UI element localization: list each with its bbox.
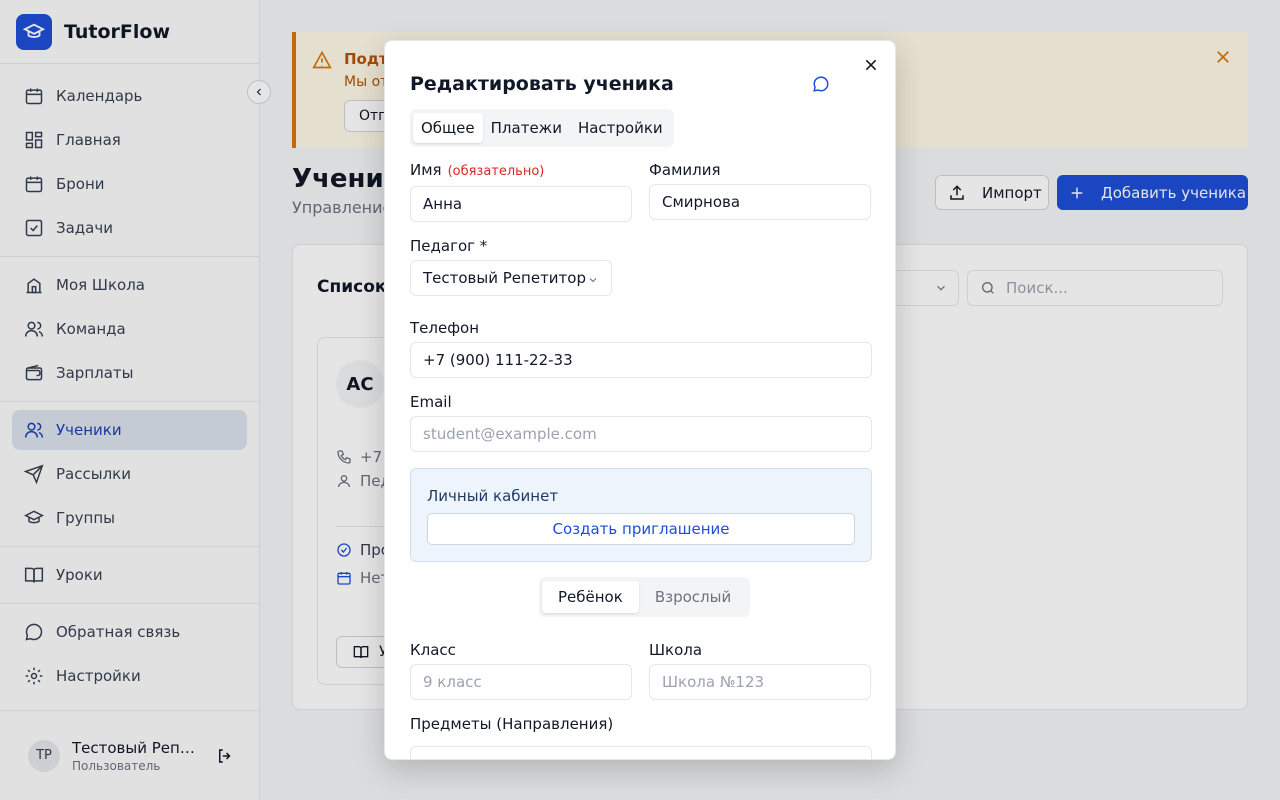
option-adult[interactable]: Взрослый xyxy=(639,581,747,613)
personal-account-title: Личный кабинет xyxy=(427,487,559,505)
teacher-label: Педагог * xyxy=(410,237,488,255)
grade-label: Класс xyxy=(410,641,456,659)
last-name-field[interactable]: Смирнова xyxy=(649,184,871,220)
first-name-field[interactable]: Анна xyxy=(410,186,632,222)
subjects-label: Предметы (Направления) xyxy=(410,715,614,733)
required-note: (обязательно) xyxy=(447,164,545,179)
personal-account-panel: Личный кабинет Создать приглашение xyxy=(410,468,872,562)
close-icon[interactable] xyxy=(863,57,879,73)
dialog-title: Редактировать ученика xyxy=(410,73,674,95)
dialog-tabs: Общее Платежи Настройки xyxy=(410,109,674,147)
edit-student-dialog: Редактировать ученика Общее Платежи Наст… xyxy=(384,40,896,760)
teacher-select[interactable]: Тестовый Репетитор xyxy=(410,260,612,296)
teacher-select-value: Тестовый Репетитор xyxy=(423,269,586,287)
option-child[interactable]: Ребёнок xyxy=(542,581,639,613)
last-name-label: Фамилия xyxy=(649,161,721,179)
first-name-label: Имя (обязательно) xyxy=(410,161,544,179)
first-name-label-text: Имя xyxy=(410,161,442,179)
create-invite-button[interactable]: Создать приглашение xyxy=(427,513,855,545)
phone-label: Телефон xyxy=(410,319,480,337)
phone-field[interactable]: +7 (900) 111-22-33 xyxy=(410,342,872,378)
tab-payments[interactable]: Платежи xyxy=(483,113,570,143)
tab-settings[interactable]: Настройки xyxy=(570,113,671,143)
school-field[interactable]: Школа №123 xyxy=(649,664,871,700)
grade-field[interactable]: 9 класс xyxy=(410,664,632,700)
age-toggle: Ребёнок Взрослый xyxy=(539,577,751,617)
chevron-down-icon xyxy=(589,278,597,283)
subjects-select[interactable] xyxy=(410,746,872,759)
chat-icon[interactable] xyxy=(812,75,830,93)
email-field[interactable]: student@example.com xyxy=(410,416,872,452)
email-label: Email xyxy=(410,393,452,411)
tab-general[interactable]: Общее xyxy=(413,113,483,143)
school-label: Школа xyxy=(649,641,703,659)
